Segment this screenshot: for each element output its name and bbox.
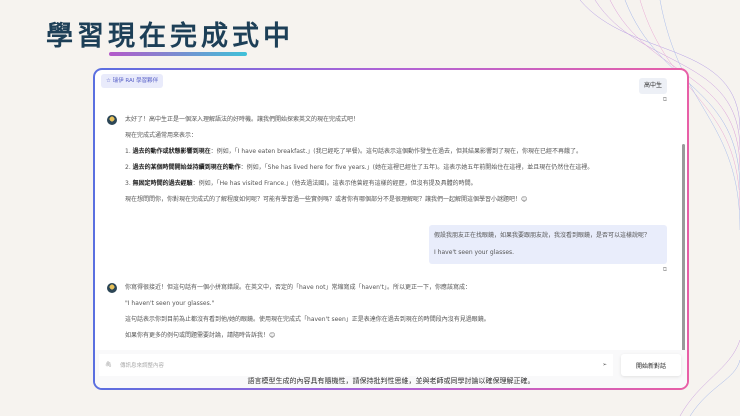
star-icon: ☆	[106, 78, 113, 84]
scrollbar[interactable]	[682, 144, 685, 353]
chat-scroll-area[interactable]: ☆ 瑞伊 RAI 學習夥伴 高中生 ⧉ 太好了！高中生正是一個深入理解語法的好時…	[95, 70, 687, 353]
chat-window: ☆ 瑞伊 RAI 學習夥伴 高中生 ⧉ 太好了！高中生正是一個深入理解語法的好時…	[93, 68, 689, 390]
page-title: 學習現在完成式中	[46, 21, 294, 52]
message-input-placeholder: 傳訊息來調整內容	[119, 363, 164, 369]
list-item: 1. 過去的動作或狀態影響到現在：例如，「I have eaten breakf…	[125, 148, 582, 155]
bot-message: 太好了！高中生正是一個深入理解語法的好時機。讓我們開始探索英文的現在完成式吧！ …	[125, 116, 665, 212]
list-item: 3. 無固定時間的過去經驗：例如，「He has visited France.…	[125, 180, 477, 187]
list-item: 2. 過去的某個時間開始並持續到現在的動作：例如，「She has lived …	[125, 164, 594, 171]
bot-avatar	[107, 115, 117, 125]
bot-avatar	[107, 283, 117, 293]
message-input[interactable]: 🖇 傳訊息來調整內容 ➢	[99, 354, 613, 376]
assistant-tag: ☆ 瑞伊 RAI 學習夥伴	[101, 74, 164, 88]
copy-icon[interactable]: ⧉	[663, 96, 667, 104]
new-chat-button[interactable]: 開始新對話	[621, 354, 681, 376]
user-message: 假設我朋友正在找眼鏡，如果我要跟朋友說，我沒看到眼鏡，是否可以這樣說呢？ I h…	[429, 225, 667, 264]
bot-message: 你寫得很接近！但這句話有一個小拼寫錯誤。在英文中，否定的「have not」常縮…	[125, 284, 490, 339]
attach-icon[interactable]: 🖇	[105, 362, 112, 368]
title-underline	[109, 52, 247, 56]
send-icon[interactable]: ➢	[602, 362, 607, 368]
disclaimer: 語言模型生成的內容具有隨機性，請保持批判性思維，並與老師或同學討論以確保理解正確…	[247, 377, 535, 385]
copy-icon[interactable]: ⧉	[663, 266, 667, 274]
user-level-badge: 高中生	[638, 78, 667, 94]
